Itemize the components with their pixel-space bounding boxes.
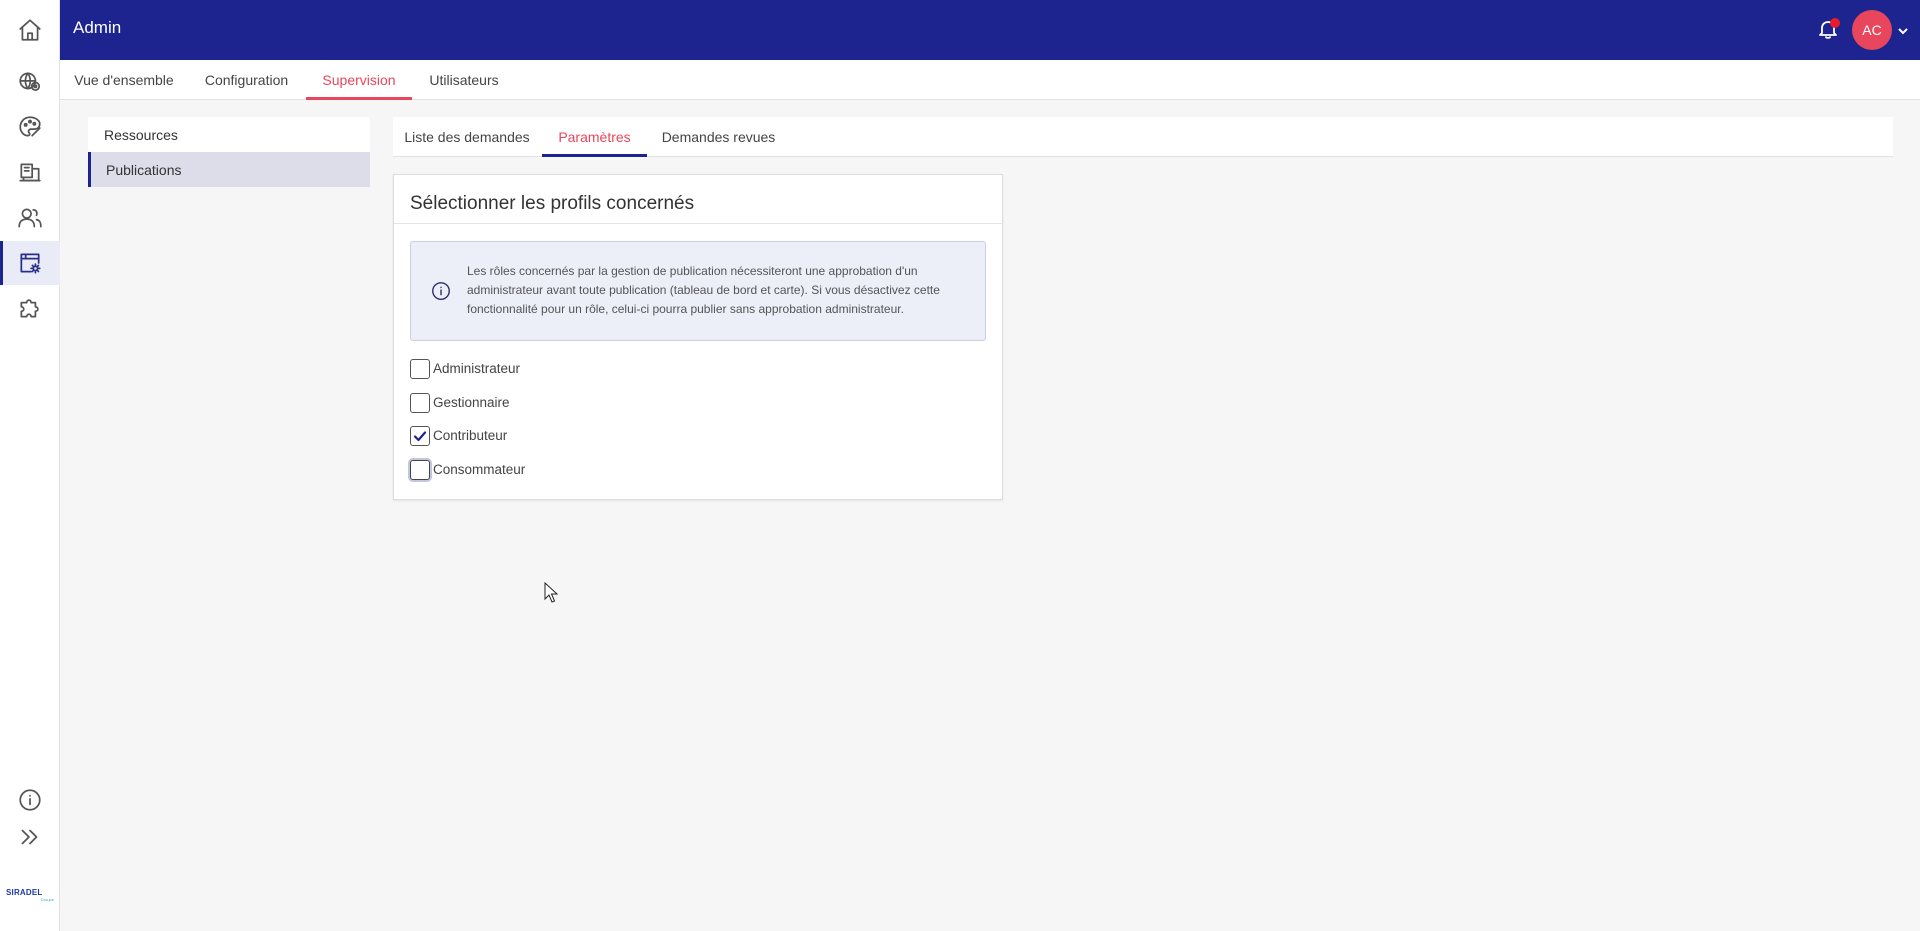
page-title: Admin: [73, 18, 122, 37]
main-tabs: Vue d'ensemble Configuration Supervision…: [60, 60, 1920, 100]
submenu-item-publications[interactable]: Publications: [88, 152, 370, 187]
tab-parametres[interactable]: Paramètres: [542, 117, 647, 157]
supervision-submenu: Ressources Publications: [88, 117, 370, 187]
checkbox-contributeur[interactable]: [410, 426, 430, 446]
palette-icon[interactable]: [0, 105, 60, 149]
card-title: Sélectionner les profils concernés: [410, 193, 695, 214]
puzzle-icon[interactable]: [0, 286, 60, 330]
submenu-item-ressources[interactable]: Ressources: [88, 117, 370, 152]
profile-checkbox-list: Administrateur Gestionnaire Contributeur…: [410, 359, 525, 493]
admin-settings-icon[interactable]: [0, 241, 60, 285]
checkbox-label: Consommateur: [433, 461, 526, 477]
card-divider: [394, 223, 1002, 224]
info-text: Les rôles concernés par la gestion de pu…: [467, 264, 940, 316]
checkbox-label: Contributeur: [433, 428, 508, 443]
publication-tabs: Liste des demandes Paramètres Demandes r…: [393, 117, 1893, 157]
checkbox-gestionnaire[interactable]: [410, 392, 430, 413]
tab-utilisateurs[interactable]: Utilisateurs: [412, 60, 516, 100]
profile-option-administrateur[interactable]: Administrateur: [410, 359, 525, 393]
notification-badge: [1830, 18, 1840, 28]
info-circle-icon: [430, 280, 452, 302]
profile-option-contributeur[interactable]: Contributeur: [410, 426, 525, 460]
expand-icon[interactable]: [0, 815, 60, 859]
checkmark-icon: [413, 431, 427, 442]
left-rail: SIRADEL Groupe: [0, 0, 60, 931]
notification-bell-icon[interactable]: [1816, 17, 1842, 43]
checkbox-label: Gestionnaire: [433, 394, 510, 410]
mouse-cursor-icon: [544, 581, 559, 604]
user-avatar[interactable]: AC: [1852, 10, 1892, 50]
profiles-card: Sélectionner les profils concernés Les r…: [393, 174, 1003, 500]
company-logo: SIRADEL Groupe: [6, 888, 54, 902]
users-icon[interactable]: [0, 196, 60, 240]
info-message: Les rôles concernés par la gestion de pu…: [410, 241, 986, 341]
checkbox-label: Administrateur: [433, 361, 521, 376]
tab-demandes-revues[interactable]: Demandes revues: [647, 117, 790, 157]
tab-configuration[interactable]: Configuration: [188, 60, 305, 100]
top-header: Admin AC: [60, 0, 1920, 60]
checkbox-administrateur[interactable]: [410, 359, 430, 379]
home-icon[interactable]: [0, 8, 60, 52]
tab-vue-ensemble[interactable]: Vue d'ensemble: [60, 60, 188, 100]
eye-globe-icon[interactable]: [0, 60, 60, 104]
tab-supervision[interactable]: Supervision: [306, 60, 412, 100]
chevron-down-icon[interactable]: [1897, 24, 1909, 36]
profile-option-gestionnaire[interactable]: Gestionnaire: [410, 392, 525, 427]
profile-option-consommateur[interactable]: Consommateur: [410, 459, 526, 494]
book-icon[interactable]: [0, 150, 60, 194]
tab-liste-demandes[interactable]: Liste des demandes: [393, 117, 541, 157]
checkbox-consommateur[interactable]: [410, 459, 430, 480]
